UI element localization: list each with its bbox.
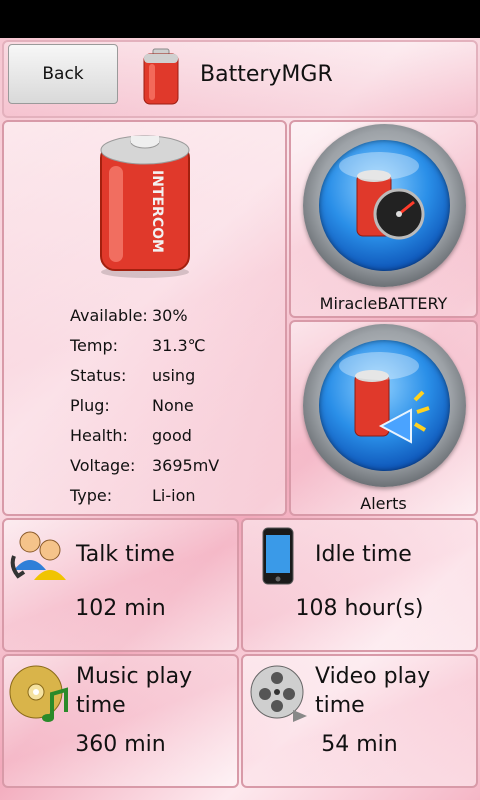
battery-brand-text: INTERCOM [149,170,165,253]
info-row-type: Type: Li-ion [70,486,196,505]
info-row-voltage: Voltage: 3695mV [70,456,220,475]
miracle-battery-tile[interactable]: MiracleBATTERY [289,120,478,318]
app-title: BatteryMGR [200,62,333,87]
battery-megaphone-icon [319,340,450,471]
info-row-available: Available: 30% [70,306,188,325]
idle-time-value: 108 hour(s) [295,596,424,621]
video-play-time-value: 54 min [321,732,398,757]
video-play-time-title: Video play time [315,664,431,718]
talk-time-value: 102 min [75,596,166,621]
info-row-plug: Plug: None [70,396,194,415]
contacts-icon [8,526,70,590]
talk-time-tile: Talk time 102 min [2,518,239,652]
app-battery-icon [141,48,181,110]
miracle-battery-button[interactable] [303,124,466,287]
talk-time-title: Talk time [76,542,175,567]
alerts-label: Alerts [360,494,407,513]
battery-icon: INTERCOM [95,130,195,284]
alerts-button[interactable] [303,324,466,487]
music-play-time-value: 360 min [75,732,166,757]
info-row-temp: Temp: 31.3℃ [70,336,206,355]
back-button-label: Back [42,64,84,84]
music-disc-icon [8,664,72,728]
info-row-status: Status: using [70,366,196,385]
back-button[interactable]: Back [8,44,118,104]
music-play-time-tile: Music play time 360 min [2,654,239,788]
status-bar [0,0,480,38]
music-play-time-title: Music play time [76,664,193,718]
battery-speedometer-icon [319,140,450,271]
alerts-tile[interactable]: Alerts [289,320,478,516]
miracle-battery-label: MiracleBATTERY [319,294,448,313]
info-row-health: Health: good [70,426,192,445]
idle-time-title: Idle time [315,542,412,567]
idle-time-tile: Idle time 108 hour(s) [241,518,478,652]
film-reel-icon [247,664,311,728]
video-play-time-tile: Video play time 54 min [241,654,478,788]
phone-icon [261,526,295,590]
